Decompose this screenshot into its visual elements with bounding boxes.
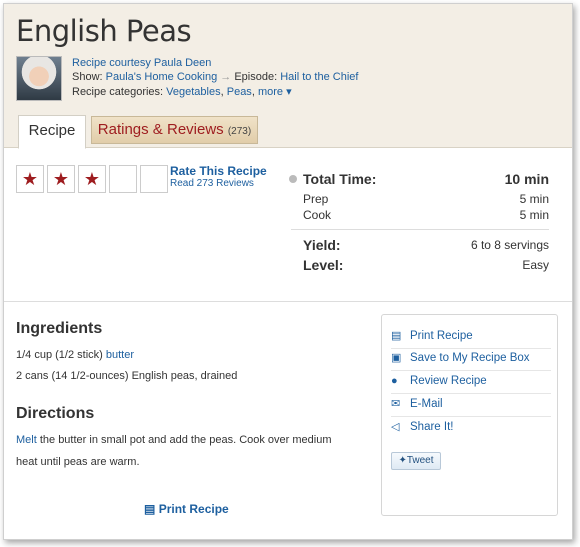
directions-text: the butter in small pot and add the peas…: [39, 434, 332, 446]
directions-heading: Directions: [16, 405, 95, 422]
categories-line: Recipe categories: Vegetables, Peas, mor…: [72, 86, 292, 98]
recipe-page: English Peas Recipe courtesy Paula Deen …: [3, 3, 573, 540]
print-recipe-label: Print Recipe: [158, 502, 229, 516]
star-empty-icon[interactable]: [140, 165, 168, 193]
cook-value: 5 min: [519, 208, 549, 222]
star-filled-icon[interactable]: ★: [78, 165, 106, 193]
sidebar-print-recipe[interactable]: ▤ Print Recipe: [391, 326, 551, 349]
total-time-value: 10 min: [504, 171, 549, 187]
melt-link[interactable]: Melt: [16, 434, 37, 446]
read-reviews-link[interactable]: Read 273 Reviews: [170, 178, 254, 189]
category-peas-link[interactable]: Peas: [227, 86, 252, 98]
directions-line: heat until peas are warm.: [16, 456, 140, 468]
level-value: Easy: [522, 258, 549, 272]
sidebar-review-recipe[interactable]: ● Review Recipe: [391, 371, 551, 394]
tweet-button[interactable]: ✦Tweet: [391, 452, 441, 470]
tab-recipe[interactable]: Recipe: [18, 115, 86, 149]
category-vegetables-link[interactable]: Vegetables: [166, 86, 220, 98]
prep-value: 5 min: [519, 192, 549, 206]
tab-reviews-count: (273): [227, 126, 252, 137]
tab-reviews-label: Ratings & Reviews: [97, 121, 224, 138]
arrow-icon: →: [220, 71, 232, 83]
sidebar-label: Review Recipe: [410, 375, 487, 387]
prep-label: Prep: [303, 192, 329, 206]
episode-link[interactable]: Hail to the Chief: [280, 71, 358, 83]
recipe-actions-panel: ▤ Print Recipe ▣ Save to My Recipe Box ● Re…: [381, 314, 558, 516]
sidebar-email[interactable]: ✉ E-Mail: [391, 394, 551, 417]
chevron-down-icon: ▾: [286, 86, 292, 98]
star-empty-icon[interactable]: [109, 165, 137, 193]
categories-label: Recipe categories:: [72, 86, 164, 98]
ingredients-heading: Ingredients: [16, 320, 103, 337]
directions-line: Melt the butter in small pot and add the…: [16, 434, 361, 446]
sidebar-label: Save to My Recipe Box: [410, 352, 530, 364]
tweet-label: Tweet: [406, 455, 434, 466]
star-filled-icon[interactable]: ★: [16, 165, 44, 193]
star-rating[interactable]: ★ ★ ★: [16, 165, 171, 193]
print-icon: ▤: [144, 502, 156, 516]
sidebar-label: Print Recipe: [410, 330, 473, 342]
ingredient-item: 1/4 cup (1/2 stick) butter: [16, 349, 134, 361]
ingredient-item: 2 cans (14 1/2-ounces) English peas, dra…: [16, 370, 238, 382]
courtesy-line: Recipe courtesy Paula Deen: [72, 57, 211, 69]
share-icon: ◁: [391, 421, 400, 433]
recipe-header: English Peas Recipe courtesy Paula Deen …: [4, 4, 572, 149]
level-label: Level:: [303, 257, 344, 273]
print-icon: ▤: [391, 330, 402, 342]
sidebar-label: E-Mail: [410, 398, 443, 410]
ingredient-amount: 1/4 cup (1/2 stick): [16, 349, 103, 361]
section-divider: [4, 301, 572, 302]
chef-avatar: [16, 56, 62, 101]
sidebar-save-recipe-box[interactable]: ▣ Save to My Recipe Box: [391, 348, 551, 371]
yield-label: Yield:: [303, 237, 341, 253]
cook-label: Cook: [303, 208, 332, 222]
twitter-bird-icon: ✦: [398, 455, 407, 466]
tab-ratings-reviews[interactable]: Ratings & Reviews (273): [91, 116, 258, 144]
rate-recipe-link[interactable]: Rate This Recipe: [170, 164, 267, 178]
show-line: Show: Paula's Home Cooking → Episode: Ha…: [72, 71, 358, 83]
recipe-box-icon: ▣: [391, 352, 402, 364]
yield-value: 6 to 8 servings: [470, 238, 549, 252]
bottom-print-recipe-button[interactable]: ▤ Print Recipe: [144, 502, 229, 516]
cook-row: Cook 5 min: [303, 208, 549, 222]
episode-label: Episode:: [234, 71, 278, 83]
divider: [291, 229, 549, 230]
show-label: Show:: [72, 71, 103, 83]
level-row: Level: Easy: [303, 257, 549, 273]
more-label: more: [257, 86, 283, 98]
total-time-row: Total Time: 10 min: [289, 171, 549, 187]
sidebar-share[interactable]: ◁ Share It!: [391, 417, 551, 439]
show-link[interactable]: Paula's Home Cooking: [106, 71, 218, 83]
more-categories-link[interactable]: more ▾: [258, 86, 292, 98]
ingredient-butter-link[interactable]: butter: [106, 349, 134, 361]
speech-bubble-icon: ●: [391, 375, 398, 387]
yield-row: Yield: 6 to 8 servings: [303, 237, 549, 253]
sidebar-label: Share It!: [410, 421, 454, 433]
total-time-label: Total Time:: [303, 171, 377, 187]
clock-icon: [289, 175, 297, 183]
prep-row: Prep 5 min: [303, 192, 549, 206]
courtesy-link[interactable]: Recipe courtesy Paula Deen: [72, 57, 211, 69]
recipe-title: English Peas: [16, 14, 192, 48]
email-icon: ✉: [391, 398, 401, 410]
star-filled-icon[interactable]: ★: [47, 165, 75, 193]
